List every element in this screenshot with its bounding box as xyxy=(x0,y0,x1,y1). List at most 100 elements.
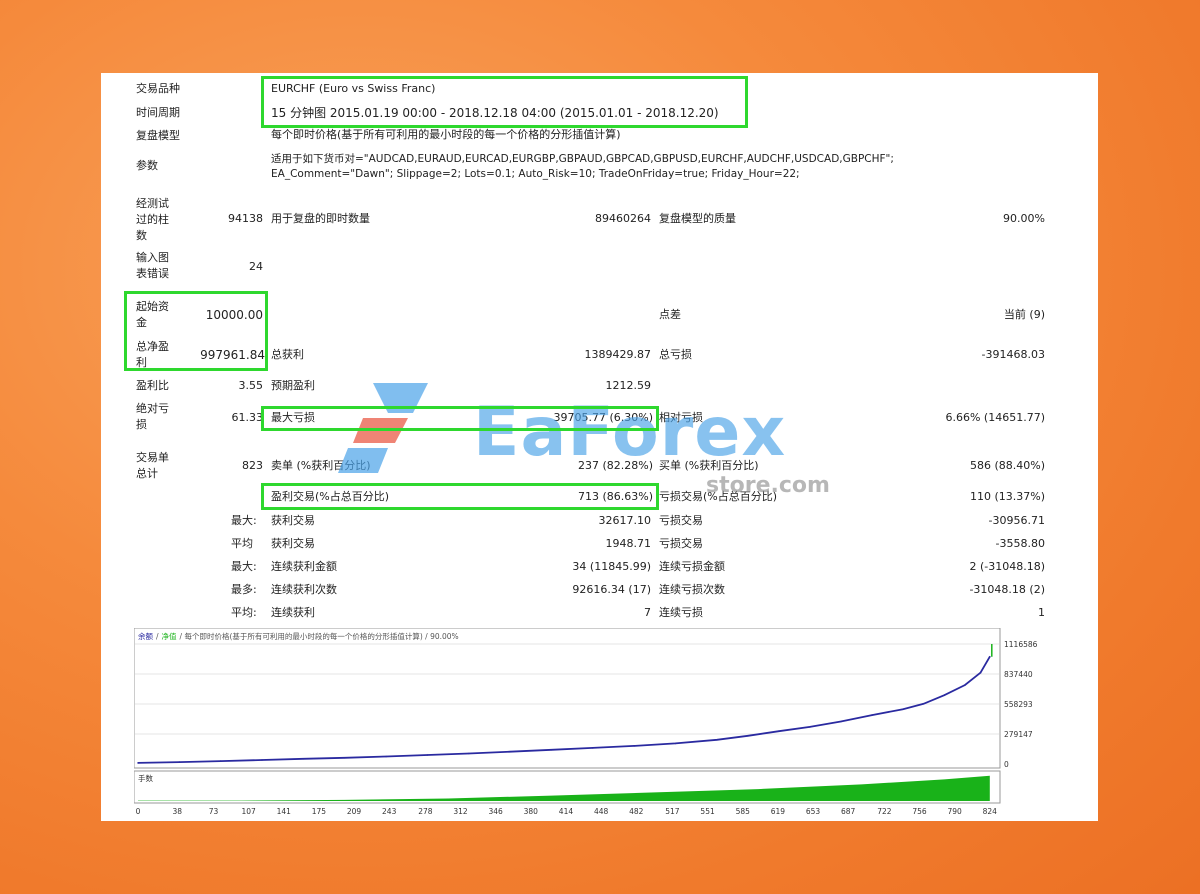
balance-point-20 xyxy=(902,708,904,710)
chart-legend: 余额 / 净值 / 每个即时价格(基于所有可利用的最小时段的每一个价格的分形插值计算)… xyxy=(138,631,459,641)
expected-payoff-value: 1212.59 xyxy=(605,379,652,392)
x-tick-label-5: 175 xyxy=(312,807,327,816)
balance-point-18 xyxy=(840,720,842,723)
long-trades-value: 586 (88.40%) xyxy=(969,459,1045,472)
max-drawdown-value: 39705.77 (6.30%) xyxy=(553,411,653,424)
spread-label: 点差 xyxy=(659,308,681,321)
model-value: 每个即时价格(基于所有可利用的最小时段的每一个价格的分形插值计算) xyxy=(271,128,621,141)
profit-trades-label: 盈利交易(%占总百分比) xyxy=(271,490,390,503)
y-tick-label-3: 837440 xyxy=(1004,670,1033,679)
y-tick-label-4: 1116586 xyxy=(1004,640,1038,649)
loss-trades-value: 110 (13.37%) xyxy=(969,490,1045,503)
total-trades-value: 823 xyxy=(242,459,263,472)
largest-loss-label: 亏损交易 xyxy=(659,514,703,527)
x-tick-label-17: 585 xyxy=(736,807,751,816)
params-line-1: 适用于如下货币对="AUDCAD,EURAUD,EURCAD,EURGBP,GB… xyxy=(271,153,894,165)
profit-trades-value: 713 (86.63%) xyxy=(577,490,653,503)
rel-drawdown-value: 6.66% (14651.77) xyxy=(945,411,1045,424)
total-trades-label-2: 总计 xyxy=(136,467,158,480)
x-tick-label-24: 824 xyxy=(983,807,998,816)
balance-point-11 xyxy=(592,747,594,749)
largest-loss-value: -30956.71 xyxy=(988,514,1045,527)
x-tick-label-18: 619 xyxy=(771,807,786,816)
avg-consec-losses-label: 连续亏损 xyxy=(659,606,703,619)
x-tick-label-4: 141 xyxy=(277,807,292,816)
period-label: 时间周期 xyxy=(136,106,180,119)
quality-value: 90.00% xyxy=(1003,212,1045,225)
x-tick-label-13: 448 xyxy=(594,807,609,816)
x-tick-label-8: 278 xyxy=(418,807,433,816)
consec-losses-count-label: 连续亏损次数 xyxy=(659,583,725,596)
average-label: 平均 xyxy=(231,537,253,550)
avg-profit-value: 1948.71 xyxy=(605,537,652,550)
ticks-value: 89460264 xyxy=(595,212,651,225)
bars-label-3: 数 xyxy=(136,229,147,242)
gross-loss-label: 总亏损 xyxy=(659,348,692,361)
x-tick-label-19: 653 xyxy=(806,807,821,816)
net-profit-value: 997961.84 xyxy=(200,348,265,362)
params-line-2: EA_Comment="Dawn"; Slippage=2; Lots=0.1;… xyxy=(271,168,800,180)
profit-factor-value: 3.55 xyxy=(238,379,264,392)
x-tick-label-22: 756 xyxy=(912,807,927,816)
errors-label-1: 输入图 xyxy=(136,251,169,264)
abs-drawdown-value: 61.33 xyxy=(231,411,264,424)
symbol-value: EURCHF (Euro vs Swiss Franc) xyxy=(271,82,436,95)
balance-point-22 xyxy=(943,694,946,696)
report-panel: 交易品种 EURCHF (Euro vs Swiss Franc) 时间周期 1… xyxy=(101,73,1098,821)
balance-point-10 xyxy=(550,749,553,751)
balance-point-15 xyxy=(747,735,749,737)
balance-point-3 xyxy=(261,759,263,761)
legend-description: / 每个即时价格(基于所有可利用的最小时段的每一个价格的分形插值计算) / 90… xyxy=(180,631,459,641)
short-trades-value: 237 (82.28%) xyxy=(577,459,653,472)
params-label: 参数 xyxy=(136,159,158,172)
errors-value: 24 xyxy=(249,260,263,273)
x-tick-label-9: 312 xyxy=(453,807,468,816)
max-drawdown-label: 最大亏损 xyxy=(271,411,315,424)
y-tick-label-2: 558293 xyxy=(1004,700,1033,709)
total-trades-label-1: 交易单 xyxy=(136,451,169,464)
balance-point-13 xyxy=(674,742,677,745)
balance-point-21 xyxy=(922,703,925,705)
x-tick-label-1: 38 xyxy=(173,807,183,816)
deposit-label-2: 金 xyxy=(136,316,147,329)
balance-point-23 xyxy=(964,684,966,686)
max-consec-label: 最大: xyxy=(231,560,257,573)
bars-value: 94138 xyxy=(228,212,263,225)
x-tick-label-2: 73 xyxy=(209,807,219,816)
consec-wins-money-label: 连续获利金额 xyxy=(271,560,337,573)
quality-label: 复盘模型的质量 xyxy=(659,212,736,225)
x-tick-label-12: 414 xyxy=(559,807,574,816)
expected-payoff-label: 预期盈利 xyxy=(271,379,315,392)
most-consec-label: 最多: xyxy=(231,583,257,596)
legend-balance: 余额 xyxy=(138,631,153,641)
deposit-value: 10000.00 xyxy=(205,308,263,322)
x-tick-label-3: 107 xyxy=(241,807,256,816)
abs-drawdown-label-2: 损 xyxy=(136,418,147,431)
avg-consec-losses-value: 1 xyxy=(1038,606,1045,619)
balance-point-9 xyxy=(509,750,511,753)
profit-factor-label: 盈利比 xyxy=(136,379,169,392)
long-trades-label: 买单 (%获利百分比) xyxy=(659,459,759,472)
balance-point-17 xyxy=(809,726,811,728)
balance-chart-svg: 余额 / 净值 / 每个即时价格(基于所有可利用的最小时段的每一个价格的分形插值计算)… xyxy=(133,627,1038,816)
x-tick-label-16: 551 xyxy=(700,807,715,816)
x-tick-label-7: 243 xyxy=(382,807,397,816)
gross-loss-value: -391468.03 xyxy=(981,348,1045,361)
net-profit-label-2: 利 xyxy=(136,356,147,369)
period-value: 15 分钟图 2015.01.19 00:00 - 2018.12.18 04:… xyxy=(271,106,719,120)
consec-losses-money-value: 2 (-31048.18) xyxy=(969,560,1045,573)
x-tick-label-6: 209 xyxy=(347,807,362,816)
avg-consec-wins-value: 7 xyxy=(644,606,651,619)
largest-profit-label: 获利交易 xyxy=(271,514,315,527)
chart-main-frame xyxy=(133,627,1001,769)
ticks-label: 用于复盘的即时数量 xyxy=(271,212,370,225)
balance-point-14 xyxy=(716,739,718,741)
spread-value: 当前 (9) xyxy=(1003,308,1045,321)
net-profit-label-1: 总净盈 xyxy=(136,340,169,353)
balance-point-19 xyxy=(871,714,873,716)
balance-point-16 xyxy=(778,730,780,732)
avg-consec-label: 平均: xyxy=(231,606,257,619)
errors-label-2: 表错误 xyxy=(136,267,169,280)
avg-profit-label: 获利交易 xyxy=(271,537,315,550)
y-tick-label-0: 0 xyxy=(1004,760,1009,769)
